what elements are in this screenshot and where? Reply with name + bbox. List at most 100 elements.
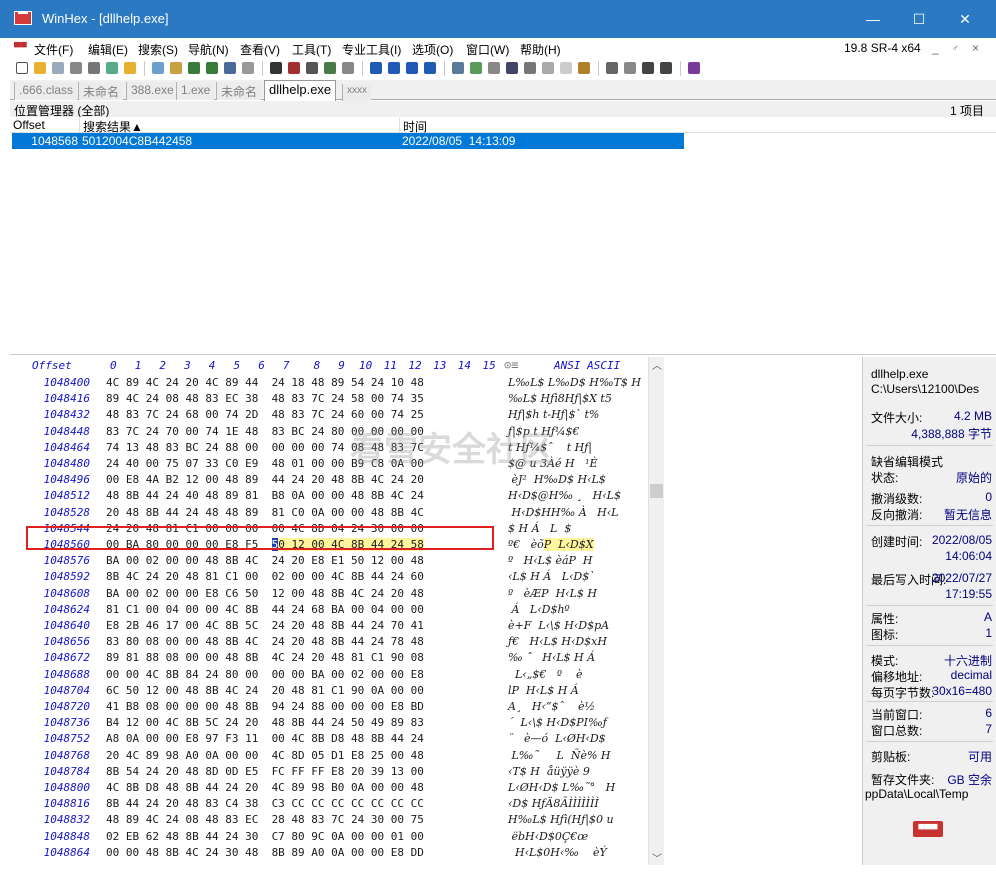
hex-row-ascii[interactable]: H‹D$@H‰ ¸ H‹L$ — [508, 488, 621, 504]
open-disk-icon[interactable] — [106, 62, 118, 74]
hex-row[interactable]: 1048736 B4 12 00 4C 8B 5C 24 20 48 8B 44 … — [10, 715, 650, 731]
hex-row[interactable]: 1048512 48 8B 44 24 40 48 89 81 B8 0A 00 … — [10, 488, 650, 504]
undo-icon[interactable] — [152, 62, 164, 74]
hex-row-ascii[interactable]: L‹ØH‹D$ L‰˜° H — [508, 780, 615, 796]
fill-block-icon[interactable] — [242, 62, 254, 74]
hex-row-bytes[interactable]: BA 00 02 00 00 E8 C6 50 12 00 48 8B 4C 2… — [106, 586, 424, 602]
hex-row[interactable]: 1048608 BA 00 02 00 00 E8 C6 50 12 00 48 … — [10, 586, 650, 602]
replace-hex-icon[interactable] — [324, 62, 336, 74]
hex-row-bytes[interactable]: 8B 54 24 20 48 8D 0D E5 FC FF FF E8 20 3… — [106, 764, 424, 780]
hex-editor[interactable]: Offset 0 1 2 3 4 5 6 7 8 9 10 11 12 13 14 15 ⊙≡ ANSI AS… — [10, 357, 664, 865]
hex-row[interactable]: 1048480 24 40 00 75 07 33 C0 E9 48 01 00 … — [10, 456, 650, 472]
tab-unnamed-2[interactable]: 未命名 — [216, 82, 262, 100]
hex-row-ascii[interactable]: ´ L‹\$ H‹D$PI‰ƒ — [508, 715, 607, 731]
new-file-icon[interactable] — [16, 62, 28, 74]
hex-row[interactable]: 1048464 74 13 48 83 BC 24 88 00 00 00 00 … — [10, 440, 650, 456]
goto-sector-icon[interactable] — [388, 62, 400, 74]
hex-row-ascii[interactable]: ¨ è—ó L‹ØH‹D$ — [508, 731, 606, 747]
scroll-down-icon[interactable]: ﹀ — [652, 850, 662, 865]
settings-icon[interactable] — [578, 62, 590, 74]
replace-text-icon[interactable] — [306, 62, 318, 74]
hex-row-bytes[interactable]: 48 89 4C 24 08 48 83 EC 28 48 83 7C 24 3… — [106, 812, 424, 828]
grid-icon[interactable] — [624, 62, 636, 74]
hex-row-ascii[interactable]: L‰˜ L Ñè% H — [508, 748, 610, 764]
hex-row-ascii[interactable]: ƒ|$p t Hƒ¼$€ — [508, 424, 580, 440]
tab-xxxx[interactable]: xxxx — [342, 84, 371, 102]
hex-row-ascii[interactable]: $ H Á L $ — [508, 521, 571, 537]
hex-row-ascii[interactable]: ‹D$ HƒÄ8ÃÌÌÌÌÌÌÌ — [508, 796, 599, 812]
hex-row[interactable]: 1048672 89 81 88 08 00 00 48 8B 4C 24 20 … — [10, 650, 650, 666]
book-icon[interactable] — [688, 62, 700, 74]
hex-row[interactable]: 1048496 00 E8 4A B2 12 00 48 89 44 24 20 … — [10, 472, 650, 488]
hex-row-ascii[interactable]: Hƒ|$h t-Hƒ|$` t% — [508, 407, 599, 423]
hex-row-ascii[interactable]: L‹„$€ º è — [508, 667, 583, 683]
hex-row-ascii[interactable]: H‹L$0H‹‰ èÝ — [508, 845, 607, 861]
disk-clone-icon[interactable] — [470, 62, 482, 74]
hex-row-bytes[interactable]: 24 40 00 75 07 33 C0 E9 48 01 00 00 B9 C… — [106, 456, 424, 472]
save-icon[interactable] — [52, 62, 64, 74]
menu-navigation[interactable]: 导航(N) — [188, 41, 229, 58]
hex-row-bytes[interactable]: 00 00 48 8B 4C 24 30 48 8B 89 A0 0A 00 0… — [106, 845, 424, 861]
hex-row-bytes[interactable]: 02 EB 62 48 8B 44 24 30 C7 80 9C 0A 00 0… — [106, 829, 424, 845]
hex-row-ascii[interactable]: èJ² H‰D$ H‹L$ — [508, 472, 605, 488]
properties-icon[interactable] — [88, 62, 100, 74]
hex-row-ascii[interactable]: t Hƒ¼$ˆ t Hƒ| — [508, 440, 592, 456]
find-text-icon[interactable] — [270, 62, 282, 74]
hex-row-ascii[interactable]: º H‹L$ èáP H — [508, 553, 593, 569]
hex-row[interactable]: 1048704 6C 50 12 00 48 8B 4C 24 20 48 81 … — [10, 683, 650, 699]
hex-row-ascii[interactable]: H‹D$HH‰ À H‹L — [508, 505, 618, 521]
find-hex-icon[interactable] — [288, 62, 300, 74]
maximize-button[interactable]: ☐ — [896, 0, 942, 38]
hex-row-ascii[interactable]: $@ u 3Àé H ¹È — [508, 456, 598, 472]
winhex-menu-icon[interactable]: ▀▀ — [14, 42, 27, 52]
disk-snapshot-icon[interactable] — [488, 62, 500, 74]
ram-editor-icon[interactable] — [506, 62, 518, 74]
hex-row-bytes[interactable]: 8B 44 24 20 48 83 C4 38 C3 CC CC CC CC C… — [106, 796, 424, 812]
hex-row-bytes[interactable]: 4C 89 4C 24 20 4C 89 44 24 18 48 89 54 2… — [106, 375, 424, 391]
hex-row-bytes[interactable]: 83 80 08 00 00 48 8B 4C 24 20 48 8B 44 2… — [106, 634, 424, 650]
disk-tools-icon[interactable] — [452, 62, 464, 74]
search-again-icon[interactable] — [342, 62, 354, 74]
menu-search[interactable]: 搜索(S) — [138, 41, 178, 58]
mdi-minimize-button[interactable]: _ — [932, 41, 939, 55]
hex-row[interactable]: 1048800 4C 8B D8 48 8B 44 24 20 4C 89 98 … — [10, 780, 650, 796]
hex-row[interactable]: 1048576 BA 00 02 00 00 48 8B 4C 24 20 E8 … — [10, 553, 650, 569]
hex-row[interactable]: 1048544 24 20 48 81 C1 00 00 00 00 4C 8D … — [10, 521, 650, 537]
back-icon[interactable] — [406, 62, 418, 74]
hex-row-bytes[interactable]: 00 BA 80 00 00 00 E8 F5 50 12 00 4C 8B 4… — [106, 537, 424, 553]
hex-row[interactable]: 1048640 E8 2B 46 17 00 4C 8B 5C 24 20 48 … — [10, 618, 650, 634]
hex-row-ascii[interactable]: L‰L$ L‰D$ H‰T$ H — [508, 375, 641, 391]
tab-666-class[interactable]: .666.class — [14, 82, 78, 100]
goto-offset-icon[interactable] — [370, 62, 382, 74]
hex-row[interactable]: 1048624 81 C1 00 04 00 00 4C 8B 44 24 68 … — [10, 602, 650, 618]
open-file-icon[interactable] — [34, 62, 46, 74]
column-time[interactable]: 时间 — [400, 118, 684, 134]
hex-row-ascii[interactable]: ƒ€ H‹L$ H‹D$xH — [508, 634, 607, 650]
hex-row-ascii[interactable]: Á L‹D$hº — [508, 602, 569, 618]
hex-row-bytes[interactable]: 4C 8B D8 48 8B 44 24 20 4C 89 98 B0 0A 0… — [106, 780, 424, 796]
mdi-close-button[interactable]: × — [972, 41, 979, 55]
hex-row[interactable]: 1048720 41 B8 08 00 00 00 48 8B 94 24 88 … — [10, 699, 650, 715]
hex-row-ascii[interactable]: ‹T$ H åüÿÿè 9 — [508, 764, 590, 780]
hex-row[interactable]: 1048528 20 48 8B 44 24 48 48 89 81 C0 0A … — [10, 505, 650, 521]
hex-row[interactable]: 1048448 83 7C 24 70 00 74 1E 48 83 BC 24 … — [10, 424, 650, 440]
hex-row[interactable]: 1048400 4C 89 4C 24 20 4C 89 44 24 18 48 … — [10, 375, 650, 391]
scrollbar-thumb[interactable] — [650, 484, 663, 498]
hex-row-bytes[interactable]: 24 20 48 81 C1 00 00 00 00 4C 8D 04 24 3… — [106, 521, 424, 537]
hex-row-ascii[interactable]: º€ èõP L‹D$X — [508, 537, 594, 553]
hex-scrollbar[interactable]: ︿ ﹀ — [648, 357, 664, 865]
hex-row[interactable]: 1048832 48 89 4C 24 08 48 83 EC 28 48 83 … — [10, 812, 650, 828]
hex-row-bytes[interactable]: 00 E8 4A B2 12 00 48 89 44 24 20 48 8B 4… — [106, 472, 424, 488]
list-item[interactable]: 1048568 5012004C8B442458 2022/08/05 14:1… — [12, 133, 684, 149]
hex-row-ascii[interactable]: ‰ ˆ H‹L$ H Á — [508, 650, 595, 666]
hex-row[interactable]: 1048560 00 BA 80 00 00 00 E8 F5 50 12 00 … — [10, 537, 650, 553]
hex-row-ascii[interactable]: ‹L$ H Á L‹D$` — [508, 569, 595, 585]
hex-row[interactable]: 1048416 89 4C 24 08 48 83 EC 38 48 83 7C … — [10, 391, 650, 407]
hex-row-ascii[interactable]: ‰L$ Hƒì8Hƒ|$X t5 — [508, 391, 612, 407]
hex-row[interactable]: 1048848 02 EB 62 48 8B 44 24 30 C7 80 9C … — [10, 829, 650, 845]
hex-row-bytes[interactable]: 81 C1 00 04 00 00 4C 8B 44 24 68 BA 00 0… — [106, 602, 424, 618]
hex-row-bytes[interactable]: 6C 50 12 00 48 8B 4C 24 20 48 81 C1 90 0… — [106, 683, 424, 699]
column-offset[interactable]: Offset — [10, 118, 80, 133]
tab-unnamed-1[interactable]: 未命名 — [78, 82, 124, 100]
hex-row-bytes[interactable]: B4 12 00 4C 8B 5C 24 20 48 8B 44 24 50 4… — [106, 715, 424, 731]
